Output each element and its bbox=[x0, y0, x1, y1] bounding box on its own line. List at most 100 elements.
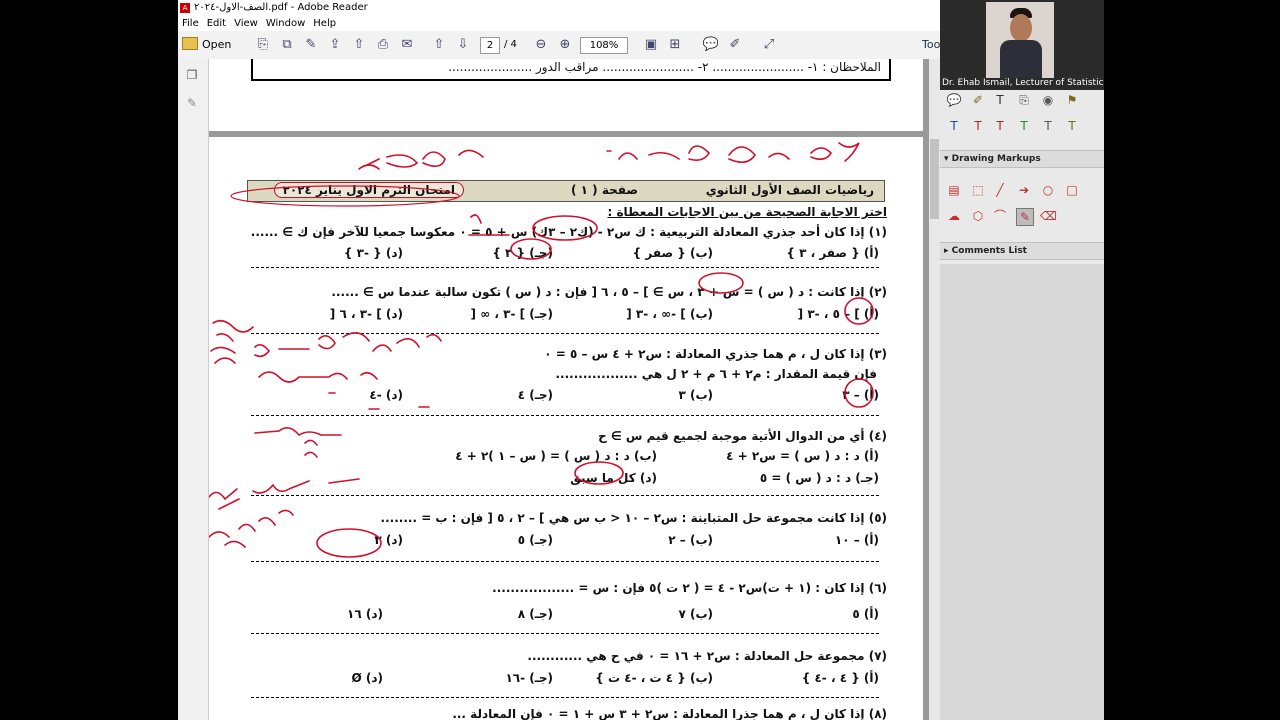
q7-option-d: (د) Ø bbox=[351, 671, 383, 685]
q7-option-c: (جـ) -١٦ bbox=[505, 671, 553, 685]
question-3-stem: (٣) إذا كان ل ، م هما جذري المعادلة : س٢… bbox=[544, 347, 887, 361]
separator bbox=[251, 267, 879, 268]
q1-option-d: (د) { -٣ } bbox=[343, 246, 403, 260]
presenter-suit bbox=[1000, 40, 1042, 78]
text-box-icon[interactable]: ▤ bbox=[946, 182, 962, 198]
sticky-note-icon[interactable]: 💬 bbox=[946, 92, 962, 108]
fit-page-icon[interactable]: ▣ bbox=[642, 36, 660, 54]
attachments-icon[interactable]: ✎ bbox=[184, 95, 200, 111]
q1-option-b: (ب) { صفر } bbox=[632, 246, 713, 260]
create-pdf-icon[interactable]: ⎘ bbox=[254, 36, 272, 54]
question-6-stem: (٦) إذا كان : (١ + ت)س٢ - ٤ = ( ٢ ت )٥ ف… bbox=[492, 581, 887, 595]
add-text-icon[interactable]: T bbox=[992, 92, 1008, 108]
question-2-stem: (٢) إذا كانت : د ( س ) = س + ٣ ، س ∋ ] –… bbox=[331, 285, 887, 299]
underline-text-icon[interactable]: T bbox=[1016, 118, 1032, 134]
separator bbox=[251, 333, 879, 334]
left-navigation-pane: ❐ ✎ bbox=[178, 59, 209, 720]
arrow-icon[interactable]: ➔ bbox=[1016, 182, 1032, 198]
q2-option-c: (جـ) ] -٣ ، ∞ [ bbox=[470, 307, 553, 321]
rectangle-icon[interactable]: □ bbox=[1064, 182, 1080, 198]
edit-icon[interactable]: ✎ bbox=[302, 36, 320, 54]
pencil-icon[interactable]: ✎ bbox=[1016, 208, 1034, 226]
pages-panel-icon[interactable]: ❐ bbox=[184, 67, 200, 83]
open-button[interactable]: Open bbox=[182, 37, 231, 53]
header-title: امتحان الترم الاول يناير ٢٠٢٤ bbox=[273, 182, 464, 198]
window-title: الصف-الاول-٢٠٢٤.pdf - Adobe Reader bbox=[194, 2, 368, 13]
tools-pane: 💬 ✐ T ⎘ ◉ ⚑ T T T T T T ▾ Drawing Markup… bbox=[940, 90, 1104, 720]
line-icon[interactable]: ╱ bbox=[992, 182, 1008, 198]
previous-page-icon[interactable]: ⇧ bbox=[430, 36, 448, 54]
text-comment-icon[interactable]: T bbox=[1064, 118, 1080, 134]
adobe-reader-window: A الصف-الاول-٢٠٢٤.pdf - Adobe Reader Fil… bbox=[178, 0, 940, 720]
notes-box: الملاحظان : ١- ........................ … bbox=[251, 59, 891, 81]
print-icon[interactable]: ⎙ bbox=[374, 36, 392, 54]
next-page-icon[interactable]: ⇩ bbox=[454, 36, 472, 54]
ink-work-q5-2 bbox=[209, 509, 294, 548]
separator bbox=[251, 633, 879, 634]
email-icon[interactable]: ✉ bbox=[398, 36, 416, 54]
scrollbar-thumb[interactable] bbox=[930, 139, 939, 219]
cloud-icon[interactable]: ☁ bbox=[946, 208, 962, 224]
ink-work-q5 bbox=[209, 478, 360, 510]
folder-icon bbox=[182, 37, 198, 50]
notes-line: الملاحظان : ١- ........................ … bbox=[448, 60, 881, 74]
menu-view[interactable]: View bbox=[230, 16, 262, 31]
eraser-icon[interactable]: ⌫ bbox=[1040, 208, 1057, 224]
q6-option-d: (د) ١٦ bbox=[347, 607, 383, 621]
share-icon[interactable]: ⇧ bbox=[350, 36, 368, 54]
q5-option-b: (ب) – ٢ bbox=[668, 533, 713, 547]
oval-icon[interactable]: ○ bbox=[1040, 182, 1056, 198]
q4-option-a: (أ) د : د ( س ) = س٢ + ٤ bbox=[726, 449, 879, 463]
upload-icon[interactable]: ⇪ bbox=[326, 36, 344, 54]
combine-icon[interactable]: ⧉ bbox=[278, 36, 296, 54]
q5-option-c: (جـ) ٥ bbox=[517, 533, 553, 547]
document-viewer: الملاحظان : ١- ........................ … bbox=[209, 59, 929, 720]
polygon-icon[interactable]: ⬡ bbox=[970, 208, 986, 224]
tools-label[interactable]: Too bbox=[922, 37, 940, 53]
ink-stroke bbox=[810, 142, 860, 162]
instruction: اختر الاجابة الصحيحة من بين الاجابات الم… bbox=[607, 205, 888, 219]
zoom-select[interactable]: 108% bbox=[580, 37, 628, 54]
tools-pane-empty bbox=[940, 264, 1104, 720]
comment-icon[interactable]: 💬 bbox=[702, 36, 720, 54]
q6-option-a: (أ) ٥ bbox=[852, 607, 879, 621]
replace-text-icon[interactable]: T bbox=[970, 118, 986, 134]
title-bar: A الصف-الاول-٢٠٢٤.pdf - Adobe Reader bbox=[178, 0, 940, 16]
ink-work-q3-2 bbox=[258, 371, 378, 383]
ink-work-q3 bbox=[254, 332, 442, 358]
page-number-input[interactable]: 2 bbox=[480, 37, 500, 54]
exam-page: رياضيات الصف الأول الثانوي صفحة ( ١ ) ام… bbox=[209, 137, 923, 720]
vertical-scrollbar[interactable] bbox=[929, 59, 940, 720]
header-subject: رياضيات الصف الأول الثانوي bbox=[705, 183, 874, 197]
text-correction-icon[interactable]: T bbox=[1040, 118, 1056, 134]
stamp-icon[interactable]: ⚑ bbox=[1064, 92, 1080, 108]
ink-stroke bbox=[606, 145, 790, 163]
q4-option-c: (جـ) د : د ( س ) = ٥ bbox=[759, 471, 879, 485]
strikethrough-icon[interactable]: T bbox=[992, 118, 1008, 134]
attach-file-icon[interactable]: ⎘ bbox=[1016, 92, 1032, 108]
comments-list-header[interactable]: ▸ Comments List bbox=[940, 242, 1104, 260]
separator bbox=[251, 415, 879, 416]
insert-text-icon[interactable]: T bbox=[946, 118, 962, 134]
callout-icon[interactable]: ⬚ bbox=[970, 182, 986, 198]
highlight-text-icon[interactable]: ✐ bbox=[970, 92, 986, 108]
highlight-icon[interactable]: ✐ bbox=[726, 36, 744, 54]
drawing-markups-header[interactable]: ▾ Drawing Markups bbox=[940, 150, 1104, 168]
question-8-stem: (٨) إذا كان ل ، م هما جذرا المعادلة : س٢… bbox=[452, 707, 887, 720]
zoom-out-icon[interactable]: ⊖ bbox=[532, 36, 550, 54]
q3-option-b: (ب) ٣ bbox=[678, 388, 713, 402]
menu-file[interactable]: File bbox=[178, 16, 203, 31]
fit-width-icon[interactable]: ⊞ bbox=[666, 36, 684, 54]
menu-window[interactable]: Window bbox=[262, 16, 309, 31]
question-3-stem-2: فإن قيمة المقدار : م٢ + ٦ م + ٢ ل هي ...… bbox=[555, 367, 877, 381]
menu-edit[interactable]: Edit bbox=[203, 16, 230, 31]
menu-help[interactable]: Help bbox=[309, 16, 340, 31]
polygon-line-icon[interactable]: ⌒ bbox=[992, 208, 1008, 224]
question-7-stem: (٧) مجموعة حل المعادلة : س٢ + ١٦ = ٠ في … bbox=[527, 649, 887, 663]
q6-option-c: (جـ) ٨ bbox=[517, 607, 553, 621]
zoom-in-icon[interactable]: ⊕ bbox=[556, 36, 574, 54]
record-audio-icon[interactable]: ◉ bbox=[1040, 92, 1056, 108]
presenter-webcam: Dr. Ehab Ismail, Lecturer of Statistics bbox=[940, 0, 1104, 90]
q4-option-d: (د) كل ما سبق bbox=[570, 471, 657, 485]
fullscreen-icon[interactable]: ⤢ bbox=[760, 36, 778, 54]
